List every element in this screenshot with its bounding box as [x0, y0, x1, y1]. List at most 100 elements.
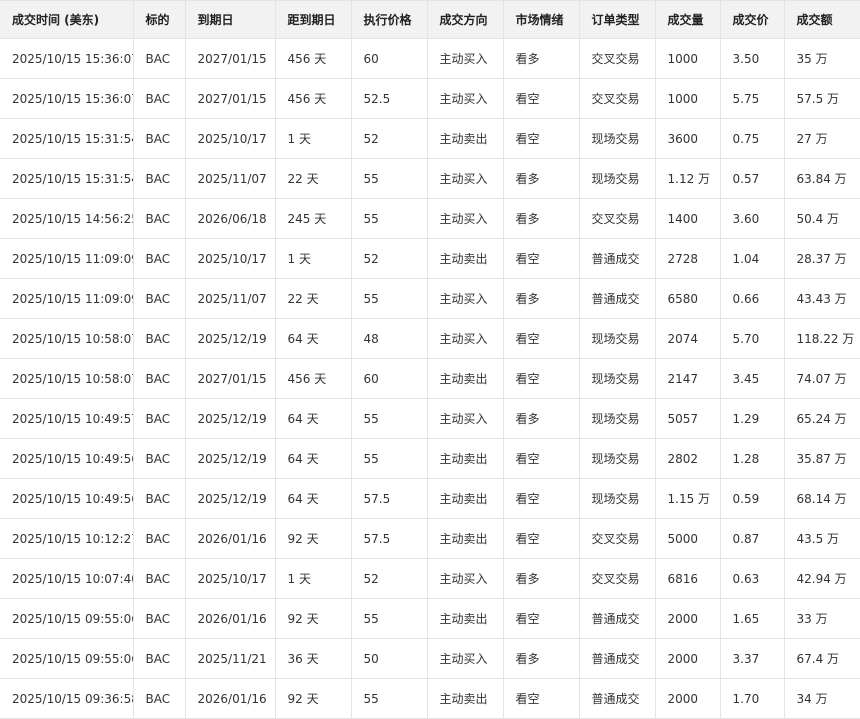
column-header-strike-price[interactable]: 执行价格: [350, 0, 428, 39]
cell-strike-price: 60: [350, 358, 428, 399]
table-row[interactable]: 2025/10/15 11:09:09 BAC 2025/10/17 1 天 52 主动卖…: [0, 238, 860, 279]
cell-trade-price: 3.37: [719, 638, 785, 679]
column-header-trade-price[interactable]: 成交价: [719, 0, 785, 39]
cell-expiry-date: 2026/01/16: [184, 598, 276, 639]
cell-days-to-expiry: 92 天: [274, 518, 352, 559]
cell-trade-time: 2025/10/15 10:58:07: [0, 358, 134, 399]
cell-underlying: BAC: [132, 158, 186, 199]
table-row[interactable]: 2025/10/15 15:31:54 BAC 2025/10/17 1 天 52 主动卖…: [0, 118, 860, 159]
cell-trade-amount: 42.94 万: [783, 558, 860, 599]
table-row[interactable]: 2025/10/15 10:12:27 BAC 2026/01/16 92 天 57.5…: [0, 518, 860, 559]
table-row[interactable]: 2025/10/15 09:55:06 BAC 2026/01/16 92 天 55 主动…: [0, 598, 860, 639]
cell-days-to-expiry: 22 天: [274, 278, 352, 319]
cell-expiry-date: 2026/01/16: [184, 678, 276, 719]
cell-strike-price: 55: [350, 598, 428, 639]
cell-market-sentiment: 看空: [502, 238, 580, 279]
cell-trade-price: 3.50: [719, 38, 785, 79]
cell-days-to-expiry: 36 天: [274, 638, 352, 679]
table-row[interactable]: 2025/10/15 10:58:07 BAC 2027/01/15 456 天 60 主…: [0, 358, 860, 399]
cell-underlying: BAC: [132, 278, 186, 319]
cell-trade-time: 2025/10/15 11:09:09: [0, 278, 134, 319]
column-header-trade-amount[interactable]: 成交额: [783, 0, 860, 39]
column-header-expiry-date[interactable]: 到期日: [184, 0, 276, 39]
header-row: 成交时间 (美东) 标的 到期日 距到期日 执行价格 成交方向 市场情绪 订单类型 成交量 成交价…: [0, 0, 860, 39]
cell-expiry-date: 2027/01/15: [184, 38, 276, 79]
cell-volume: 2728: [654, 238, 721, 279]
cell-order-type: 现场交易: [578, 398, 656, 439]
column-header-order-type[interactable]: 订单类型: [578, 0, 656, 39]
cell-market-sentiment: 看空: [502, 598, 580, 639]
cell-market-sentiment: 看空: [502, 518, 580, 559]
cell-trade-time: 2025/10/15 10:49:56: [0, 478, 134, 519]
cell-volume: 2147: [654, 358, 721, 399]
cell-volume: 2000: [654, 598, 721, 639]
cell-order-type: 交叉交易: [578, 518, 656, 559]
table-row[interactable]: 2025/10/15 09:36:58 BAC 2026/01/16 92 天 55 主动…: [0, 678, 860, 719]
cell-trade-time: 2025/10/15 10:49:57: [0, 398, 134, 439]
table-row[interactable]: 2025/10/15 14:56:25 BAC 2026/06/18 245 天 55 主…: [0, 198, 860, 239]
table-row[interactable]: 2025/10/15 15:36:07 BAC 2027/01/15 456 天 52.…: [0, 78, 860, 119]
cell-volume: 6816: [654, 558, 721, 599]
cell-trade-amount: 57.5 万: [783, 78, 860, 119]
cell-market-sentiment: 看多: [502, 558, 580, 599]
cell-trade-direction: 主动卖出: [426, 238, 504, 279]
cell-volume: 5057: [654, 398, 721, 439]
cell-expiry-date: 2025/12/19: [184, 318, 276, 359]
cell-trade-price: 1.28: [719, 438, 785, 479]
cell-order-type: 交叉交易: [578, 38, 656, 79]
cell-days-to-expiry: 456 天: [274, 358, 352, 399]
column-header-underlying[interactable]: 标的: [132, 0, 186, 39]
cell-market-sentiment: 看空: [502, 358, 580, 399]
cell-strike-price: 57.5: [350, 478, 428, 519]
cell-order-type: 现场交易: [578, 118, 656, 159]
cell-trade-amount: 27 万: [783, 118, 860, 159]
cell-trade-direction: 主动买入: [426, 198, 504, 239]
cell-expiry-date: 2025/11/07: [184, 158, 276, 199]
cell-expiry-date: 2026/06/18: [184, 198, 276, 239]
cell-days-to-expiry: 64 天: [274, 478, 352, 519]
table-row[interactable]: 2025/10/15 11:09:09 BAC 2025/11/07 22 天 55 主动…: [0, 278, 860, 319]
cell-order-type: 普通成交: [578, 238, 656, 279]
cell-expiry-date: 2025/12/19: [184, 438, 276, 479]
cell-market-sentiment: 看多: [502, 38, 580, 79]
cell-strike-price: 52.5: [350, 78, 428, 119]
table-row[interactable]: 2025/10/15 10:49:56 BAC 2025/12/19 64 天 57.5…: [0, 478, 860, 519]
column-header-trade-time[interactable]: 成交时间 (美东): [0, 0, 134, 39]
cell-strike-price: 60: [350, 38, 428, 79]
cell-trade-direction: 主动买入: [426, 278, 504, 319]
cell-trade-price: 0.66: [719, 278, 785, 319]
cell-expiry-date: 2025/12/19: [184, 478, 276, 519]
cell-days-to-expiry: 64 天: [274, 438, 352, 479]
table-row[interactable]: 2025/10/15 15:31:54 BAC 2025/11/07 22 天 55 主动…: [0, 158, 860, 199]
cell-volume: 3600: [654, 118, 721, 159]
cell-days-to-expiry: 64 天: [274, 318, 352, 359]
column-header-volume[interactable]: 成交量: [654, 0, 721, 39]
cell-underlying: BAC: [132, 598, 186, 639]
table-row[interactable]: 2025/10/15 09:55:06 BAC 2025/11/21 36 天 50 主动…: [0, 638, 860, 679]
cell-underlying: BAC: [132, 238, 186, 279]
table-row[interactable]: 2025/10/15 10:49:57 BAC 2025/12/19 64 天 55 主动…: [0, 398, 860, 439]
column-header-days-to-expiry[interactable]: 距到期日: [274, 0, 352, 39]
cell-trade-price: 3.60: [719, 198, 785, 239]
column-header-market-sentiment[interactable]: 市场情绪: [502, 0, 580, 39]
cell-trade-direction: 主动卖出: [426, 598, 504, 639]
cell-trade-time: 2025/10/15 15:31:54: [0, 158, 134, 199]
cell-volume: 2074: [654, 318, 721, 359]
cell-expiry-date: 2025/10/17: [184, 238, 276, 279]
table-row[interactable]: 2025/10/15 15:36:07 BAC 2027/01/15 456 天 60 主…: [0, 38, 860, 79]
cell-strike-price: 57.5: [350, 518, 428, 559]
column-header-trade-direction[interactable]: 成交方向: [426, 0, 504, 39]
cell-days-to-expiry: 22 天: [274, 158, 352, 199]
table-row[interactable]: 2025/10/15 10:58:07 BAC 2025/12/19 64 天 48 主动…: [0, 318, 860, 359]
cell-trade-amount: 35 万: [783, 38, 860, 79]
cell-trade-price: 1.70: [719, 678, 785, 719]
cell-underlying: BAC: [132, 78, 186, 119]
cell-expiry-date: 2026/01/16: [184, 518, 276, 559]
table-row[interactable]: 2025/10/15 10:07:40 BAC 2025/10/17 1 天 52 主动买…: [0, 558, 860, 599]
cell-days-to-expiry: 1 天: [274, 558, 352, 599]
cell-trade-direction: 主动卖出: [426, 358, 504, 399]
cell-volume: 1.12 万: [654, 158, 721, 199]
cell-strike-price: 55: [350, 198, 428, 239]
cell-order-type: 现场交易: [578, 358, 656, 399]
table-row[interactable]: 2025/10/15 10:49:56 BAC 2025/12/19 64 天 55 主动…: [0, 438, 860, 479]
